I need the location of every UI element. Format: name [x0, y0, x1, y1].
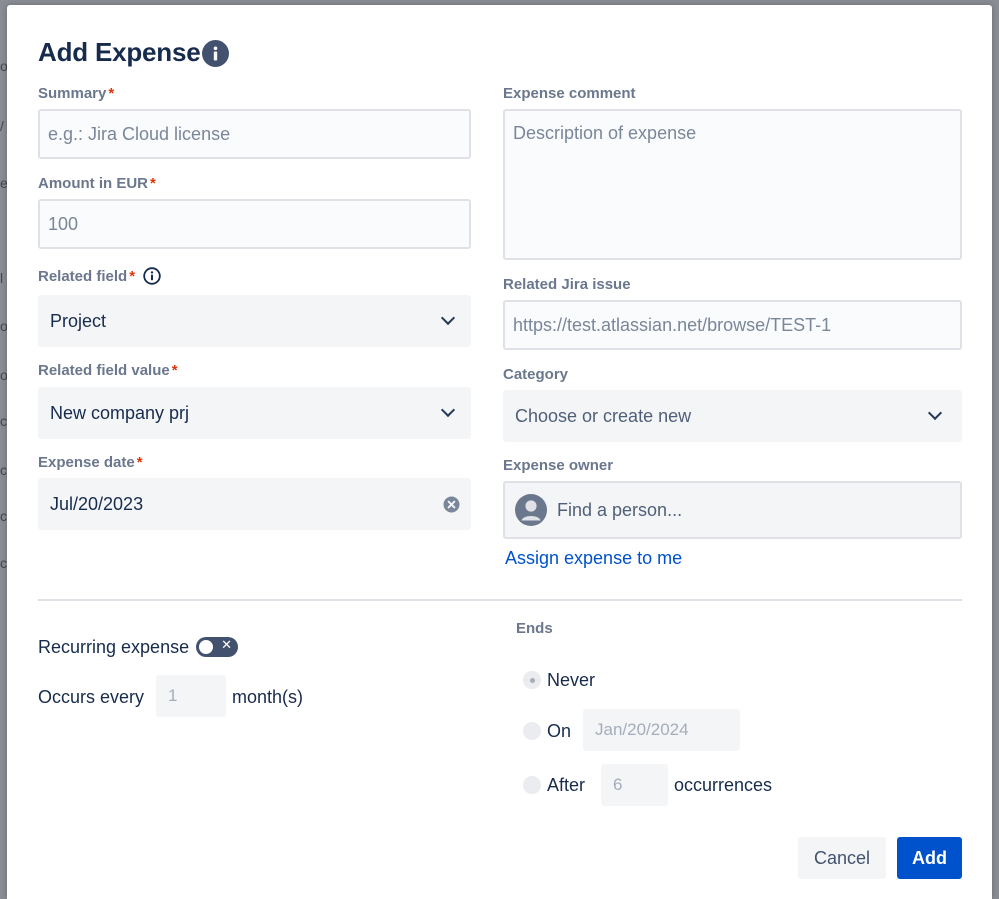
category-placeholder: Choose or create new: [515, 405, 692, 426]
chevron-down-icon: [440, 402, 456, 418]
required-mark: *: [150, 175, 156, 192]
related-field-value: Project: [50, 310, 107, 331]
ends-never-radio[interactable]: [523, 671, 541, 689]
info-circle-icon[interactable]: [143, 267, 161, 285]
cancel-button[interactable]: Cancel: [798, 837, 886, 879]
related-field-label: Related field *: [38, 267, 161, 285]
avatar-icon: [515, 494, 547, 526]
ends-after-label: After: [547, 775, 586, 795]
summary-label-text: Summary: [38, 85, 107, 102]
amount-input[interactable]: 100: [38, 199, 471, 249]
chevron-down-icon: [440, 310, 456, 326]
info-icon[interactable]: [202, 40, 229, 67]
expense-owner-picker[interactable]: Find a person...: [503, 481, 962, 539]
amount-placeholder: 100: [48, 213, 79, 234]
expense-owner-label: Expense owner: [503, 457, 614, 474]
related-field-value-label-text: Related field value: [38, 362, 170, 379]
summary-label: Summary *: [38, 85, 114, 102]
required-mark: *: [136, 454, 143, 471]
occurs-every-label: Occurs every: [38, 687, 145, 707]
related-jira-issue-input[interactable]: https://test.atlassian.net/browse/TEST-1: [503, 300, 962, 350]
month-unit-label: month(s): [232, 687, 304, 707]
ends-on-date-input[interactable]: Jan/20/2024: [583, 709, 740, 751]
related-field-value-select[interactable]: New company prj: [38, 387, 471, 439]
ends-after-placeholder: 6: [613, 775, 623, 794]
related-field-value-selected: New company prj: [50, 402, 190, 423]
occurs-every-placeholder: 1: [168, 686, 178, 705]
amount-label-text: Amount in EUR: [38, 175, 148, 192]
summary-input[interactable]: e.g.: Jira Cloud license: [38, 109, 471, 159]
required-mark: *: [171, 362, 178, 379]
ends-on-date-placeholder: Jan/20/2024: [595, 720, 689, 739]
related-jira-issue-placeholder: https://test.atlassian.net/browse/TEST-1: [513, 314, 832, 335]
required-mark: *: [129, 267, 136, 285]
add-expense-dialog: Add Expense Summary * e.g.: Jira Cloud li…: [7, 5, 992, 899]
backdrop-text: c: [0, 413, 7, 429]
expense-owner-placeholder: Find a person...: [557, 499, 683, 520]
dialog-title: Add Expense: [38, 37, 201, 67]
related-field-value-label: Related field value *: [38, 362, 178, 379]
expense-date-label-text: Expense date: [38, 454, 135, 471]
category-label: Category: [503, 366, 569, 383]
recurring-expense-label: Recurring expense: [38, 637, 190, 657]
expense-date-picker[interactable]: Jul/20/2023: [38, 478, 471, 530]
assign-expense-to-me-link[interactable]: Assign expense to me: [505, 548, 682, 569]
ends-after-occurrences-input[interactable]: 6: [601, 764, 668, 806]
toggle-knob: [199, 640, 213, 654]
toggle-off-icon: ✕: [221, 638, 232, 653]
section-divider: [38, 599, 962, 601]
expense-comment-label: Expense comment: [503, 85, 636, 102]
ends-on-label: On: [547, 721, 572, 741]
expense-date-label: Expense date *: [38, 454, 143, 471]
backdrop-text: c: [0, 508, 7, 524]
ends-on-radio[interactable]: [523, 722, 541, 740]
clear-icon[interactable]: [443, 496, 460, 513]
summary-placeholder: e.g.: Jira Cloud license: [48, 123, 231, 144]
related-jira-issue-label: Related Jira issue: [503, 276, 631, 293]
related-field-label-text: Related field: [38, 267, 128, 285]
expense-comment-textarea[interactable]: Description of expense: [503, 109, 962, 260]
category-select[interactable]: Choose or create new: [503, 390, 962, 442]
ends-label: Ends: [516, 620, 553, 637]
backdrop-text: /: [0, 118, 4, 134]
recurring-expense-toggle[interactable]: ✕: [196, 637, 238, 657]
ends-after-radio[interactable]: [523, 776, 541, 794]
ends-never-label: Never: [547, 670, 596, 690]
expense-date-value: Jul/20/2023: [50, 493, 144, 514]
required-mark: *: [108, 85, 115, 102]
expense-comment-placeholder: Description of expense: [513, 123, 697, 143]
occurs-every-input[interactable]: 1: [156, 675, 226, 717]
radio-dot: [529, 677, 535, 683]
related-field-select[interactable]: Project: [38, 295, 471, 347]
occurrences-label: occurrences: [674, 775, 773, 795]
backdrop-text: l: [0, 270, 4, 286]
add-button[interactable]: Add: [897, 837, 962, 879]
chevron-down-icon: [927, 405, 943, 421]
backdrop-text: c: [0, 555, 7, 571]
backdrop-text: c: [0, 462, 7, 478]
amount-label: Amount in EUR *: [38, 175, 156, 192]
